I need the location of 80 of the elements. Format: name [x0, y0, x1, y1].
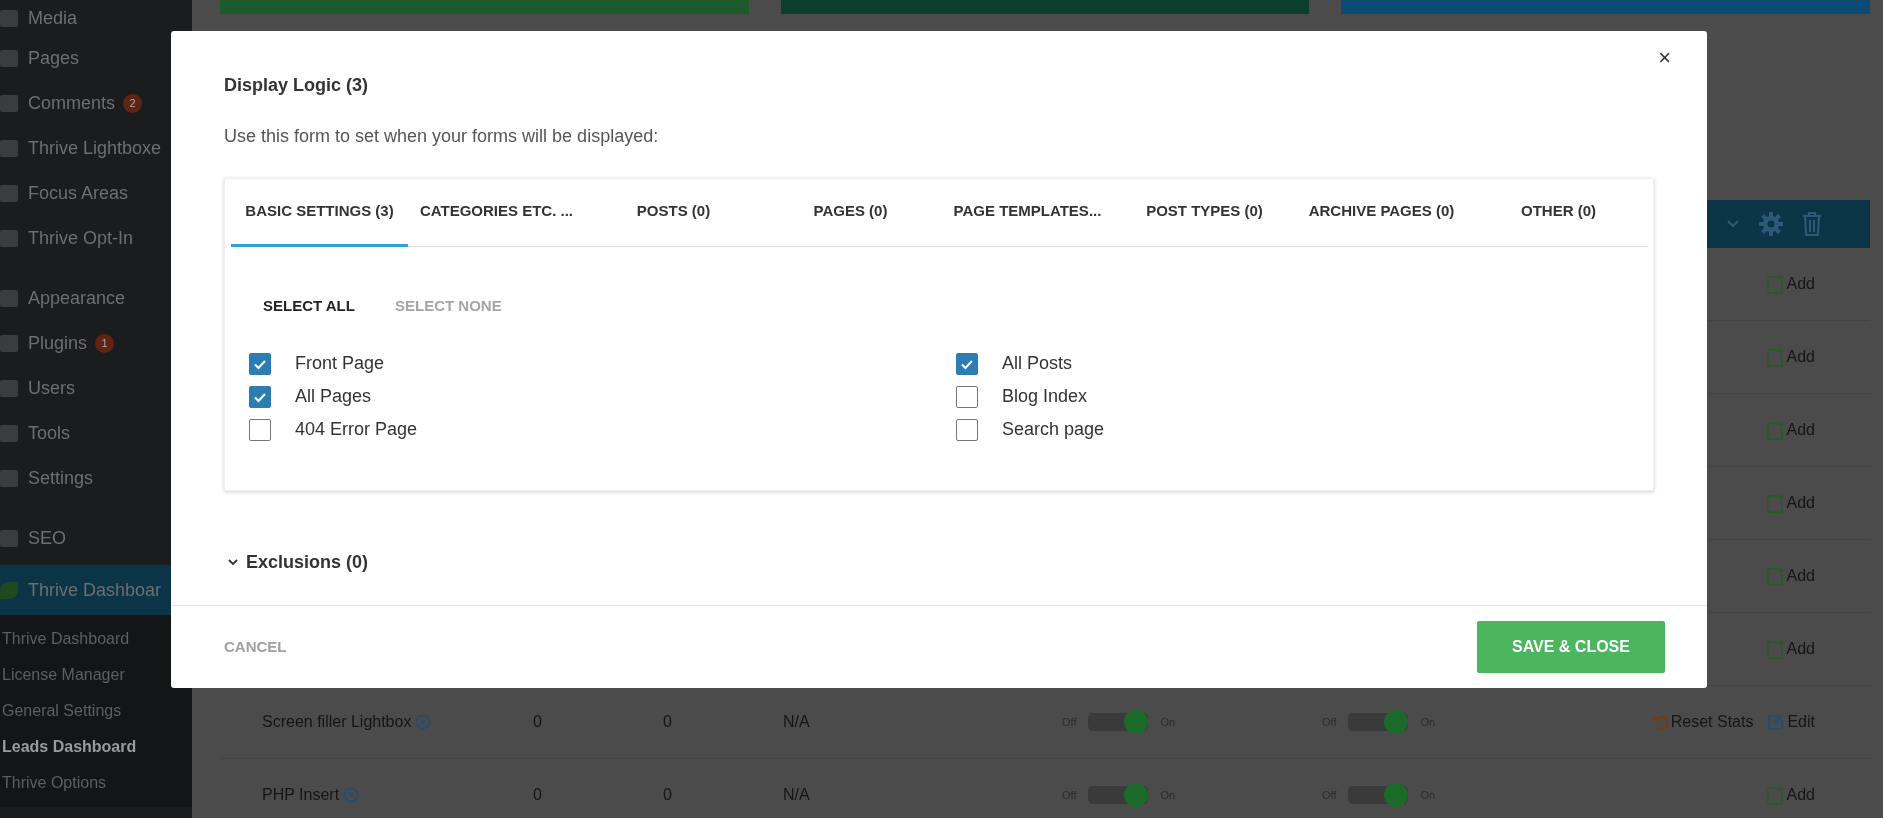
checkbox[interactable] — [956, 418, 978, 441]
reset-arrow-icon — [1651, 714, 1668, 730]
checkbox[interactable] — [956, 352, 978, 375]
menu-item-icon — [0, 50, 18, 67]
sidebar-item[interactable]: Pages — [0, 36, 192, 81]
sidebar-item[interactable]: Settings — [0, 456, 192, 501]
play-circle-icon[interactable] — [343, 787, 360, 803]
submenu-item[interactable]: General Settings — [2, 693, 192, 729]
add-file-icon — [1765, 274, 1784, 294]
toggle-knob[interactable] — [1124, 710, 1149, 734]
menu-item-icon — [0, 470, 18, 487]
add-file-icon — [1765, 420, 1784, 440]
submenu-item[interactable]: Leads Dashboard — [2, 729, 192, 765]
menu-item-icon — [0, 290, 18, 307]
toggle-switch[interactable] — [1348, 710, 1409, 734]
settings-tab[interactable]: POST TYPES (0) — [1116, 178, 1293, 247]
settings-tab[interactable]: PAGES (0) — [762, 178, 939, 247]
sidebar-item[interactable]: Media — [0, 0, 192, 36]
edit-icon — [1767, 713, 1785, 731]
sidebar-item[interactable]: SEO — [0, 516, 192, 561]
sidebar-item[interactable]: Tools — [0, 411, 192, 456]
cancel-button[interactable]: CANCEL — [224, 635, 287, 659]
save-close-button[interactable]: SAVE & CLOSE — [1477, 621, 1665, 673]
play-circle-icon[interactable] — [415, 714, 432, 730]
add-file-icon — [1765, 785, 1784, 805]
count-badge: 1 — [95, 334, 115, 353]
menu-item-icon — [0, 581, 18, 599]
checkbox[interactable] — [956, 385, 978, 408]
select-link[interactable]: SELECT ALL — [253, 294, 365, 318]
checkbox-label: Blog Index — [1002, 385, 1088, 409]
dialog-title: Display Logic (3) — [224, 75, 370, 97]
menu-item-icon — [0, 140, 18, 157]
add-file-icon — [1765, 639, 1784, 659]
sidebar-item[interactable]: Users — [0, 366, 192, 411]
sidebar-item[interactable]: Thrive Opt-In — [0, 216, 192, 261]
close-button[interactable]: × — [1654, 41, 1675, 74]
settings-tab[interactable]: POSTS (0) — [585, 178, 762, 247]
dialog-description: Use this form to set when your forms will be displayed: — [224, 124, 660, 148]
menu-item-icon — [0, 380, 18, 397]
toggle-switch[interactable] — [1348, 783, 1409, 807]
menu-item-icon — [0, 230, 18, 247]
add-file-icon — [1765, 566, 1784, 586]
sidebar-item[interactable]: Appearance — [0, 276, 192, 321]
sidebar-item[interactable]: Thrive Lightboxe — [0, 126, 192, 171]
menu-item-icon — [0, 95, 18, 112]
add-file-icon — [1765, 347, 1784, 367]
settings-tab[interactable]: PAGE TEMPLATES... — [939, 178, 1116, 247]
toggle-switch[interactable] — [1088, 783, 1149, 807]
toggle-knob[interactable] — [1384, 710, 1409, 734]
settings-icon[interactable] — [1758, 211, 1784, 237]
settings-tab[interactable]: ARCHIVE PAGES (0) — [1293, 178, 1470, 247]
checkbox-label: Front Page — [295, 352, 385, 376]
add-file-icon — [1765, 493, 1784, 513]
count-badge: 2 — [123, 94, 143, 113]
submenu-item[interactable]: Thrive Options — [2, 765, 192, 801]
sidebar-item[interactable]: Plugins 1 — [0, 321, 192, 366]
checkbox-label: 404 Error Page — [295, 418, 418, 442]
menu-item-icon — [0, 335, 18, 352]
settings-tab[interactable]: BASIC SETTINGS (3) — [231, 178, 408, 247]
menu-item-icon — [0, 185, 18, 202]
checkbox-label: Search page — [1002, 418, 1105, 442]
trash-icon[interactable] — [1802, 211, 1822, 237]
chevron-icon — [228, 558, 238, 567]
sidebar-item[interactable]: Focus Areas — [0, 171, 192, 216]
chevron-down-icon[interactable] — [1726, 219, 1740, 229]
exclusions-toggle[interactable]: Exclusions (0) — [228, 548, 369, 576]
toggle-switch[interactable] — [1088, 710, 1149, 734]
checkbox[interactable] — [249, 418, 271, 441]
menu-item-icon — [0, 530, 18, 547]
checkbox[interactable] — [249, 352, 271, 375]
menu-item-icon — [0, 425, 18, 442]
toggle-knob[interactable] — [1384, 783, 1409, 807]
checkbox-label: All Pages — [295, 385, 372, 409]
settings-tab[interactable]: OTHER (0) — [1470, 178, 1647, 247]
checkbox-label: All Posts — [1002, 352, 1073, 376]
menu-item-icon — [0, 9, 18, 27]
toggle-knob[interactable] — [1124, 783, 1149, 807]
settings-tab[interactable]: CATEGORIES ETC. ... — [408, 178, 585, 247]
sidebar-item[interactable]: Comments 2 — [0, 81, 192, 126]
checkbox[interactable] — [249, 385, 271, 408]
